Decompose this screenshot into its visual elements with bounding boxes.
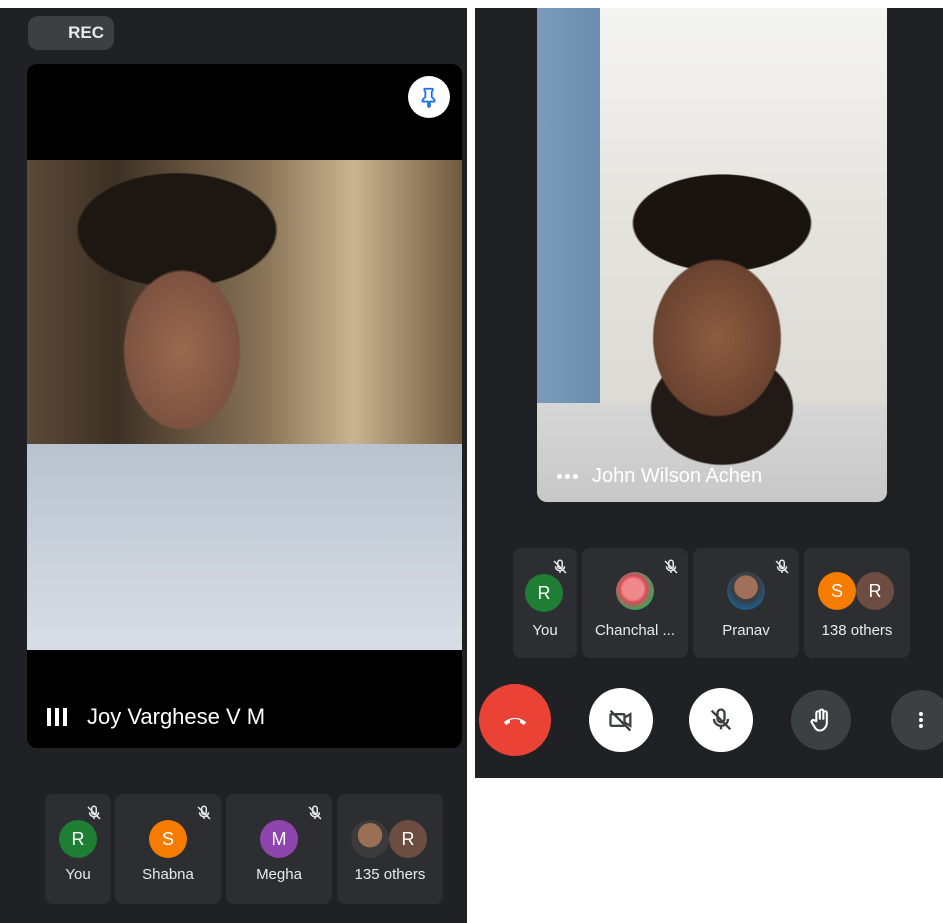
- avatar: R: [389, 820, 427, 858]
- participant-tile-megha[interactable]: M Megha: [226, 794, 332, 904]
- mic-off-icon: [775, 559, 789, 574]
- mic-off-icon: [197, 805, 211, 820]
- participant-video: [27, 160, 462, 650]
- main-participant-name: Joy Varghese V M: [87, 704, 266, 729]
- main-participant-name: John Wilson Achen: [592, 465, 763, 487]
- mic-off-icon: [664, 559, 678, 574]
- main-participant-name-row: John Wilson Achen: [557, 465, 762, 488]
- avatar: R: [525, 574, 563, 612]
- mic-toggle-button[interactable]: [689, 688, 753, 752]
- participant-name: 135 others: [354, 866, 426, 883]
- main-video-tile[interactable]: Joy Varghese V M: [27, 64, 462, 748]
- participant-name: 138 others: [821, 622, 893, 639]
- participant-tile-shabna[interactable]: S Shabna: [115, 794, 221, 904]
- participant-tile-others[interactable]: R 135 others: [337, 794, 443, 904]
- participant-tile-you[interactable]: R You: [45, 794, 111, 904]
- audio-level-icon: [47, 708, 67, 726]
- participant-name: You: [532, 622, 558, 639]
- rec-label: REC: [68, 23, 104, 42]
- main-video-tile[interactable]: John Wilson Achen: [537, 8, 887, 502]
- end-call-button[interactable]: [479, 684, 551, 756]
- avatar-photo: [727, 572, 765, 610]
- participant-name: Chanchal ...: [594, 622, 676, 639]
- recording-badge: REC: [28, 16, 114, 50]
- raise-hand-button[interactable]: [791, 690, 851, 750]
- avatar: S: [818, 572, 856, 610]
- participant-name: Shabna: [142, 866, 194, 883]
- camera-off-icon: [609, 709, 632, 732]
- more-options-button[interactable]: [891, 690, 943, 750]
- pin-icon: [421, 87, 436, 108]
- mic-off-icon: [553, 559, 567, 574]
- pin-button[interactable]: [408, 76, 450, 118]
- more-dots-icon: [557, 474, 578, 479]
- avatar: R: [856, 572, 894, 610]
- participant-name: Megha: [256, 866, 302, 883]
- right-meeting-screen: John Wilson Achen R You Chanchal ... Pra…: [475, 8, 943, 778]
- avatar: M: [260, 820, 298, 858]
- avatar: S: [149, 820, 187, 858]
- main-participant-name-row: Joy Varghese V M: [47, 704, 265, 730]
- hang-up-icon: [503, 717, 527, 725]
- participant-name: You: [65, 866, 91, 883]
- participant-tile-chanchal[interactable]: Chanchal ...: [582, 548, 688, 658]
- camera-toggle-button[interactable]: [589, 688, 653, 752]
- avatar: R: [59, 820, 97, 858]
- left-meeting-screen: REC Joy Varghese V M R You S Shabna M Me…: [0, 8, 467, 923]
- mic-off-icon: [710, 708, 732, 731]
- participant-tile-others[interactable]: S R 138 others: [804, 548, 910, 658]
- avatar-photo: [616, 572, 654, 610]
- hand-icon: [810, 708, 828, 732]
- participant-name: Pranav: [722, 622, 770, 639]
- mic-off-icon: [308, 805, 322, 820]
- participant-tile-pranav[interactable]: Pranav: [693, 548, 799, 658]
- more-vert-icon: [919, 712, 923, 728]
- mic-off-icon: [87, 805, 101, 820]
- avatar-photo: [351, 820, 389, 858]
- participant-tile-you[interactable]: R You: [513, 548, 577, 658]
